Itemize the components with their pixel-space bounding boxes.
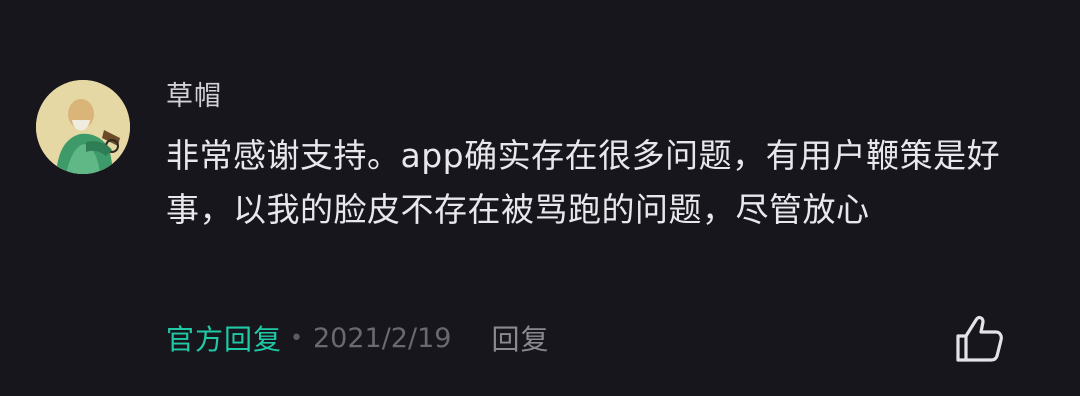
avatar[interactable] [36, 80, 130, 174]
comment-date: 2021/2/19 [313, 322, 452, 354]
comment-text: 非常感谢支持。app确实存在很多问题，有用户鞭策是好事，以我的脸皮不存在被骂跑的… [166, 136, 1001, 229]
official-reply-badge: 官方回复 [166, 323, 283, 356]
like-button[interactable] [952, 312, 1006, 366]
comment-card: 草帽 非常感谢支持。app确实存在很多问题，有用户鞭策是好事，以我的脸皮不存在被… [0, 0, 1080, 396]
thumbs-up-icon [956, 315, 1003, 362]
reply-button[interactable]: 回复 [491, 318, 549, 358]
avatar-image [36, 80, 130, 174]
comment-meta: 官方回复 • 2021/2/19 回复 [166, 316, 549, 360]
author-name[interactable]: 草帽 [166, 78, 222, 116]
meta-separator: • [290, 325, 303, 351]
